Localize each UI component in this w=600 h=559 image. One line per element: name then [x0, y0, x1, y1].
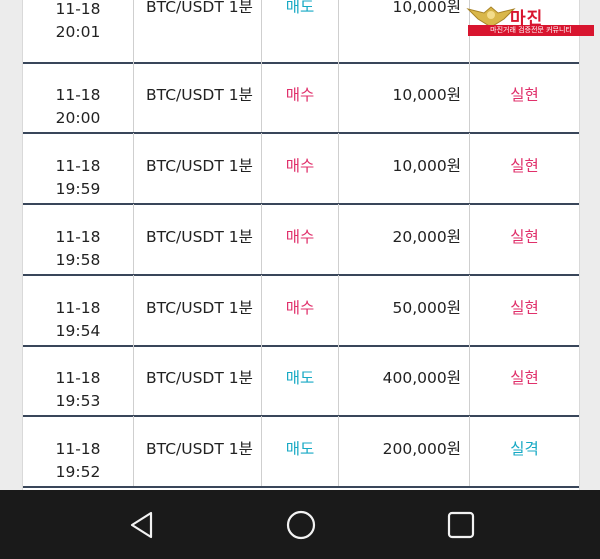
trade-pair: BTC/USDT 1분	[133, 62, 261, 132]
trade-side: 매도	[261, 0, 338, 62]
trade-history-table: 11-18 20:01 BTC/USDT 1분 매도 10,000원 11-18 2…	[22, 0, 580, 490]
trade-date: 11-18	[55, 86, 101, 104]
trade-datetime: 11-18 19:59	[23, 133, 133, 203]
trade-time: 19:53	[55, 392, 101, 410]
trade-amount: 10,000원	[338, 62, 469, 132]
trade-datetime: 11-18 19:58	[23, 204, 133, 274]
trade-time: 19:58	[55, 251, 101, 269]
recent-square-icon[interactable]	[443, 507, 479, 543]
trade-result: 실현	[469, 133, 579, 203]
trade-date: 11-18	[55, 440, 101, 458]
table-row[interactable]: 11-18 19:54 BTC/USDT 1분 매수 50,000원 실현	[23, 275, 579, 347]
trade-datetime: 11-18 19:52	[23, 416, 133, 486]
trade-time: 19:59	[55, 180, 101, 198]
trade-date: 11-18	[55, 157, 101, 175]
android-nav-bar	[0, 490, 600, 559]
trade-result: 실격	[469, 416, 579, 486]
table-row[interactable]: 11-18 20:00 BTC/USDT 1분 매수 10,000원 실현	[23, 62, 579, 134]
trade-amount: 200,000원	[338, 416, 469, 486]
trade-date: 11-18	[55, 0, 101, 18]
trade-date: 11-18	[55, 369, 101, 387]
trade-amount: 400,000원	[338, 345, 469, 415]
trade-datetime: 11-18 20:01	[23, 0, 133, 62]
trade-result: 실현	[469, 275, 579, 345]
logo-tagline: 마진거래 검증전문 커뮤니티	[468, 25, 594, 36]
trade-date: 11-18	[55, 228, 101, 246]
trade-pair: BTC/USDT 1분	[133, 275, 261, 345]
trade-result: 실현	[469, 345, 579, 415]
trade-time: 20:00	[55, 109, 101, 127]
trade-pair: BTC/USDT 1분	[133, 345, 261, 415]
trade-pair: BTC/USDT 1분	[133, 133, 261, 203]
trade-date: 11-18	[55, 299, 101, 317]
trade-side: 매수	[261, 204, 338, 274]
trade-datetime: 11-18 19:54	[23, 275, 133, 345]
table-row[interactable]: 11-18 19:53 BTC/USDT 1분 매도 400,000원 실현	[23, 345, 579, 417]
table-row[interactable]: 11-18 19:58 BTC/USDT 1분 매수 20,000원 실현	[23, 204, 579, 276]
trade-time: 19:52	[55, 463, 101, 481]
trade-result: 실현	[469, 204, 579, 274]
table-row[interactable]: 11-18 19:59 BTC/USDT 1분 매수 10,000원 실현	[23, 133, 579, 205]
back-triangle-icon[interactable]	[124, 507, 160, 543]
trade-datetime: 11-18 20:00	[23, 62, 133, 132]
trade-side: 매수	[261, 275, 338, 345]
trade-amount: 10,000원	[338, 133, 469, 203]
trade-side: 매수	[261, 62, 338, 132]
trade-side: 매수	[261, 133, 338, 203]
trade-time: 20:01	[55, 23, 101, 41]
trade-datetime: 11-18 19:53	[23, 345, 133, 415]
site-logo-watermark: 마진 마진거래 검증전문 커뮤니티	[466, 0, 596, 40]
home-circle-icon[interactable]	[283, 507, 319, 543]
trade-pair: BTC/USDT 1분	[133, 204, 261, 274]
trade-time: 19:54	[55, 322, 101, 340]
trade-result: 실현	[469, 62, 579, 132]
trade-pair: BTC/USDT 1분	[133, 416, 261, 486]
trade-pair: BTC/USDT 1분	[133, 0, 261, 62]
trade-amount: 20,000원	[338, 204, 469, 274]
trade-amount: 50,000원	[338, 275, 469, 345]
trade-amount: 10,000원	[338, 0, 469, 62]
table-row[interactable]: 11-18 19:52 BTC/USDT 1분 매도 200,000원 실격	[23, 416, 579, 488]
trade-side: 매도	[261, 416, 338, 486]
trade-side: 매도	[261, 345, 338, 415]
